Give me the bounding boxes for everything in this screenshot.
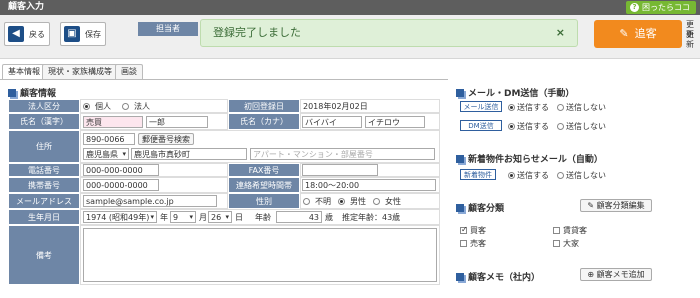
label-email: メールアドレス (8, 193, 80, 209)
label-address: 住所 (8, 130, 80, 163)
year-suffix: 年 (160, 213, 168, 222)
radio-mail-off[interactable] (557, 104, 564, 111)
category-title: 顧客分類 (456, 201, 504, 214)
category-item-buy[interactable]: 買客 (460, 225, 486, 236)
section-icon (8, 88, 16, 97)
section-icon (456, 203, 464, 212)
tel-input[interactable]: 000-000-0000 (83, 164, 159, 176)
toast-message: 登録完了しました × (200, 19, 578, 47)
section-icon (456, 88, 464, 97)
section-icon (456, 272, 464, 281)
radio-individual[interactable] (83, 102, 90, 110)
radio-newprop-on[interactable] (508, 172, 515, 179)
back-button[interactable]: ◀ 戻る (4, 22, 50, 46)
age-input[interactable]: 43 (276, 211, 322, 223)
checkbox-buy[interactable] (460, 225, 468, 234)
label-first-reg: 初回登録日 (228, 99, 300, 113)
mobile-input[interactable]: 000-0000-0000 (83, 179, 159, 191)
building-input[interactable]: アパート・マンション・部屋番号 (250, 148, 435, 160)
radio-mail-on[interactable] (508, 104, 515, 111)
month-suffix: 月 (199, 213, 207, 222)
tab-basic[interactable]: 基本情報 (2, 64, 46, 80)
tab-family[interactable]: 現状・家族構成等 (42, 64, 118, 79)
contact-time-input[interactable]: 18:00～20:00 (302, 179, 436, 191)
age-label: 年齢 (255, 213, 271, 222)
radio-gender-unknown[interactable] (303, 197, 310, 205)
prefecture-select[interactable]: 鹿児島県 (83, 148, 129, 160)
label-gender: 性別 (228, 193, 300, 209)
tab-underline (0, 79, 448, 80)
category-item-sell[interactable]: 売客 (460, 238, 486, 249)
label-birthday: 生年月日 (8, 209, 80, 225)
radio-corporate[interactable] (122, 102, 129, 110)
radio-gender-male[interactable] (338, 197, 345, 205)
first-name-input[interactable]: 一郎 (146, 116, 208, 128)
mail-send-label: メール送信 (460, 101, 502, 112)
email-input[interactable]: sample@sample.co.jp (83, 195, 217, 207)
new-property-title: 新着物件お知らせメール（自動） (456, 152, 603, 165)
checkbox-rent[interactable] (553, 227, 560, 234)
zip-search-button[interactable]: 郵便番号検索 (138, 133, 194, 145)
radio-gender-female[interactable] (373, 197, 380, 205)
radio-newprop-off[interactable] (557, 172, 564, 179)
close-icon[interactable]: × (556, 20, 565, 46)
arrow-left-icon: ◀ (8, 26, 24, 42)
plus-icon: ⊕ (587, 270, 595, 279)
memo-add-button[interactable]: ⊕ 顧客メモ追加 (580, 268, 652, 281)
dm-send-options: 送信する 送信しない (508, 121, 606, 132)
last-kana-input[interactable]: バイバイ (302, 116, 362, 128)
zip-input[interactable]: 890-0066 (83, 133, 135, 145)
new-property-options: 送信する 送信しない (508, 170, 606, 181)
label-notes: 備考 (8, 225, 80, 285)
question-icon: ? (630, 3, 639, 12)
pencil-icon: ✎ (619, 27, 629, 40)
notes-textarea[interactable] (83, 228, 437, 282)
city-input[interactable]: 鹿児島市真砂町 (131, 148, 247, 160)
tanto-label: 担当者 (138, 22, 198, 36)
checkbox-sell[interactable] (460, 240, 467, 247)
app-title-bar: 顧客入力 (0, 0, 700, 15)
label-mobile: 携帯番号 (8, 177, 80, 193)
checkbox-owner[interactable] (553, 240, 560, 247)
kubun-field: 個人 法人 (80, 99, 228, 113)
birth-month-select[interactable]: 9 (170, 211, 196, 223)
first-reg-value: 2018年02月02日 (300, 99, 440, 113)
label-contact-time: 連絡希望時間帯 (228, 177, 300, 193)
mail-send-options: 送信する 送信しない (508, 102, 606, 113)
age-unit: 歳 (325, 213, 333, 222)
fax-input[interactable] (302, 164, 378, 176)
help-button[interactable]: ? 困ったらココ (626, 1, 696, 14)
label-kubun: 法人区分 (8, 99, 80, 113)
gender-field: 不明 男性 女性 (300, 193, 440, 209)
category-item-owner[interactable]: 大家 (553, 238, 579, 249)
birth-year-select[interactable]: 1974 (昭和49年) (83, 211, 157, 223)
updated-text-2: 更新 (686, 30, 694, 49)
category-item-rent[interactable]: 賃貸客 (553, 225, 587, 236)
save-button[interactable]: ▣ 保存 (60, 22, 106, 46)
last-name-input[interactable]: 売買 (83, 116, 143, 128)
dm-send-label: DM送信 (460, 120, 502, 131)
category-edit-button[interactable]: ✎ 顧客分類編集 (580, 199, 652, 212)
floppy-icon: ▣ (64, 26, 80, 42)
day-suffix: 日 (235, 213, 243, 222)
first-kana-input[interactable]: イチロウ (365, 116, 425, 128)
new-property-label: 新着物件 (460, 169, 496, 180)
label-name-kanji: 氏名（漢字） (8, 113, 80, 130)
section-icon (456, 154, 464, 163)
label-fax: FAX番号 (228, 163, 300, 177)
estimated-age: 推定年齢：43歳 (342, 213, 401, 222)
tab-meeting[interactable]: 画談 (115, 64, 143, 79)
edit-icon: ✎ (587, 201, 595, 210)
label-tel: 電話番号 (8, 163, 80, 177)
memo-title: 顧客メモ（社内） (456, 270, 540, 283)
app-title: 顧客入力 (8, 2, 45, 12)
birth-day-select[interactable]: 26 (208, 211, 232, 223)
label-name-kana: 氏名（カナ） (228, 113, 300, 130)
radio-dm-on[interactable] (508, 123, 515, 130)
register-button[interactable]: ✎ 追客 (594, 20, 682, 48)
customer-section-title: 顧客情報 (8, 86, 56, 99)
radio-dm-off[interactable] (557, 123, 564, 130)
mail-dm-title: メール・DM送信（手動） (456, 86, 574, 99)
